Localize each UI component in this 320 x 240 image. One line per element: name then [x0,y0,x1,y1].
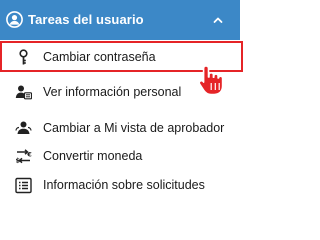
user-tasks-title: Tareas del usuario [28,12,144,27]
menu-item-convert-currency[interactable]: $ € Convertir moneda [0,141,243,172]
menu-item-label: Cambiar a Mi vista de aprobador [43,121,225,135]
svg-text:€: € [26,151,32,159]
menu-item-label: Ver información personal [43,85,182,99]
currency-convert-icon: $ € [16,149,32,165]
list-icon [15,177,32,194]
menu-item-requests-info[interactable]: Información sobre solicitudes [0,170,243,201]
user-id-card-icon [15,85,32,100]
user-refresh-icon [15,121,32,134]
menu-item-label: Información sobre solicitudes [43,178,205,192]
menu-item-label: Convertir moneda [43,149,143,163]
key-icon [19,49,28,65]
user-circle-icon [6,11,23,28]
user-tasks-panel: Tareas del usuario Cambiar contraseña Ve… [0,0,245,206]
menu-item-label: Cambiar contraseña [43,50,156,64]
chevron-up-icon[interactable] [213,15,223,25]
svg-text:$: $ [16,157,21,165]
hand-pointer-icon [198,65,224,96]
user-tasks-header[interactable]: Tareas del usuario [0,0,240,40]
menu-item-switch-approver-view[interactable]: Cambiar a Mi vista de aprobador [0,113,243,144]
